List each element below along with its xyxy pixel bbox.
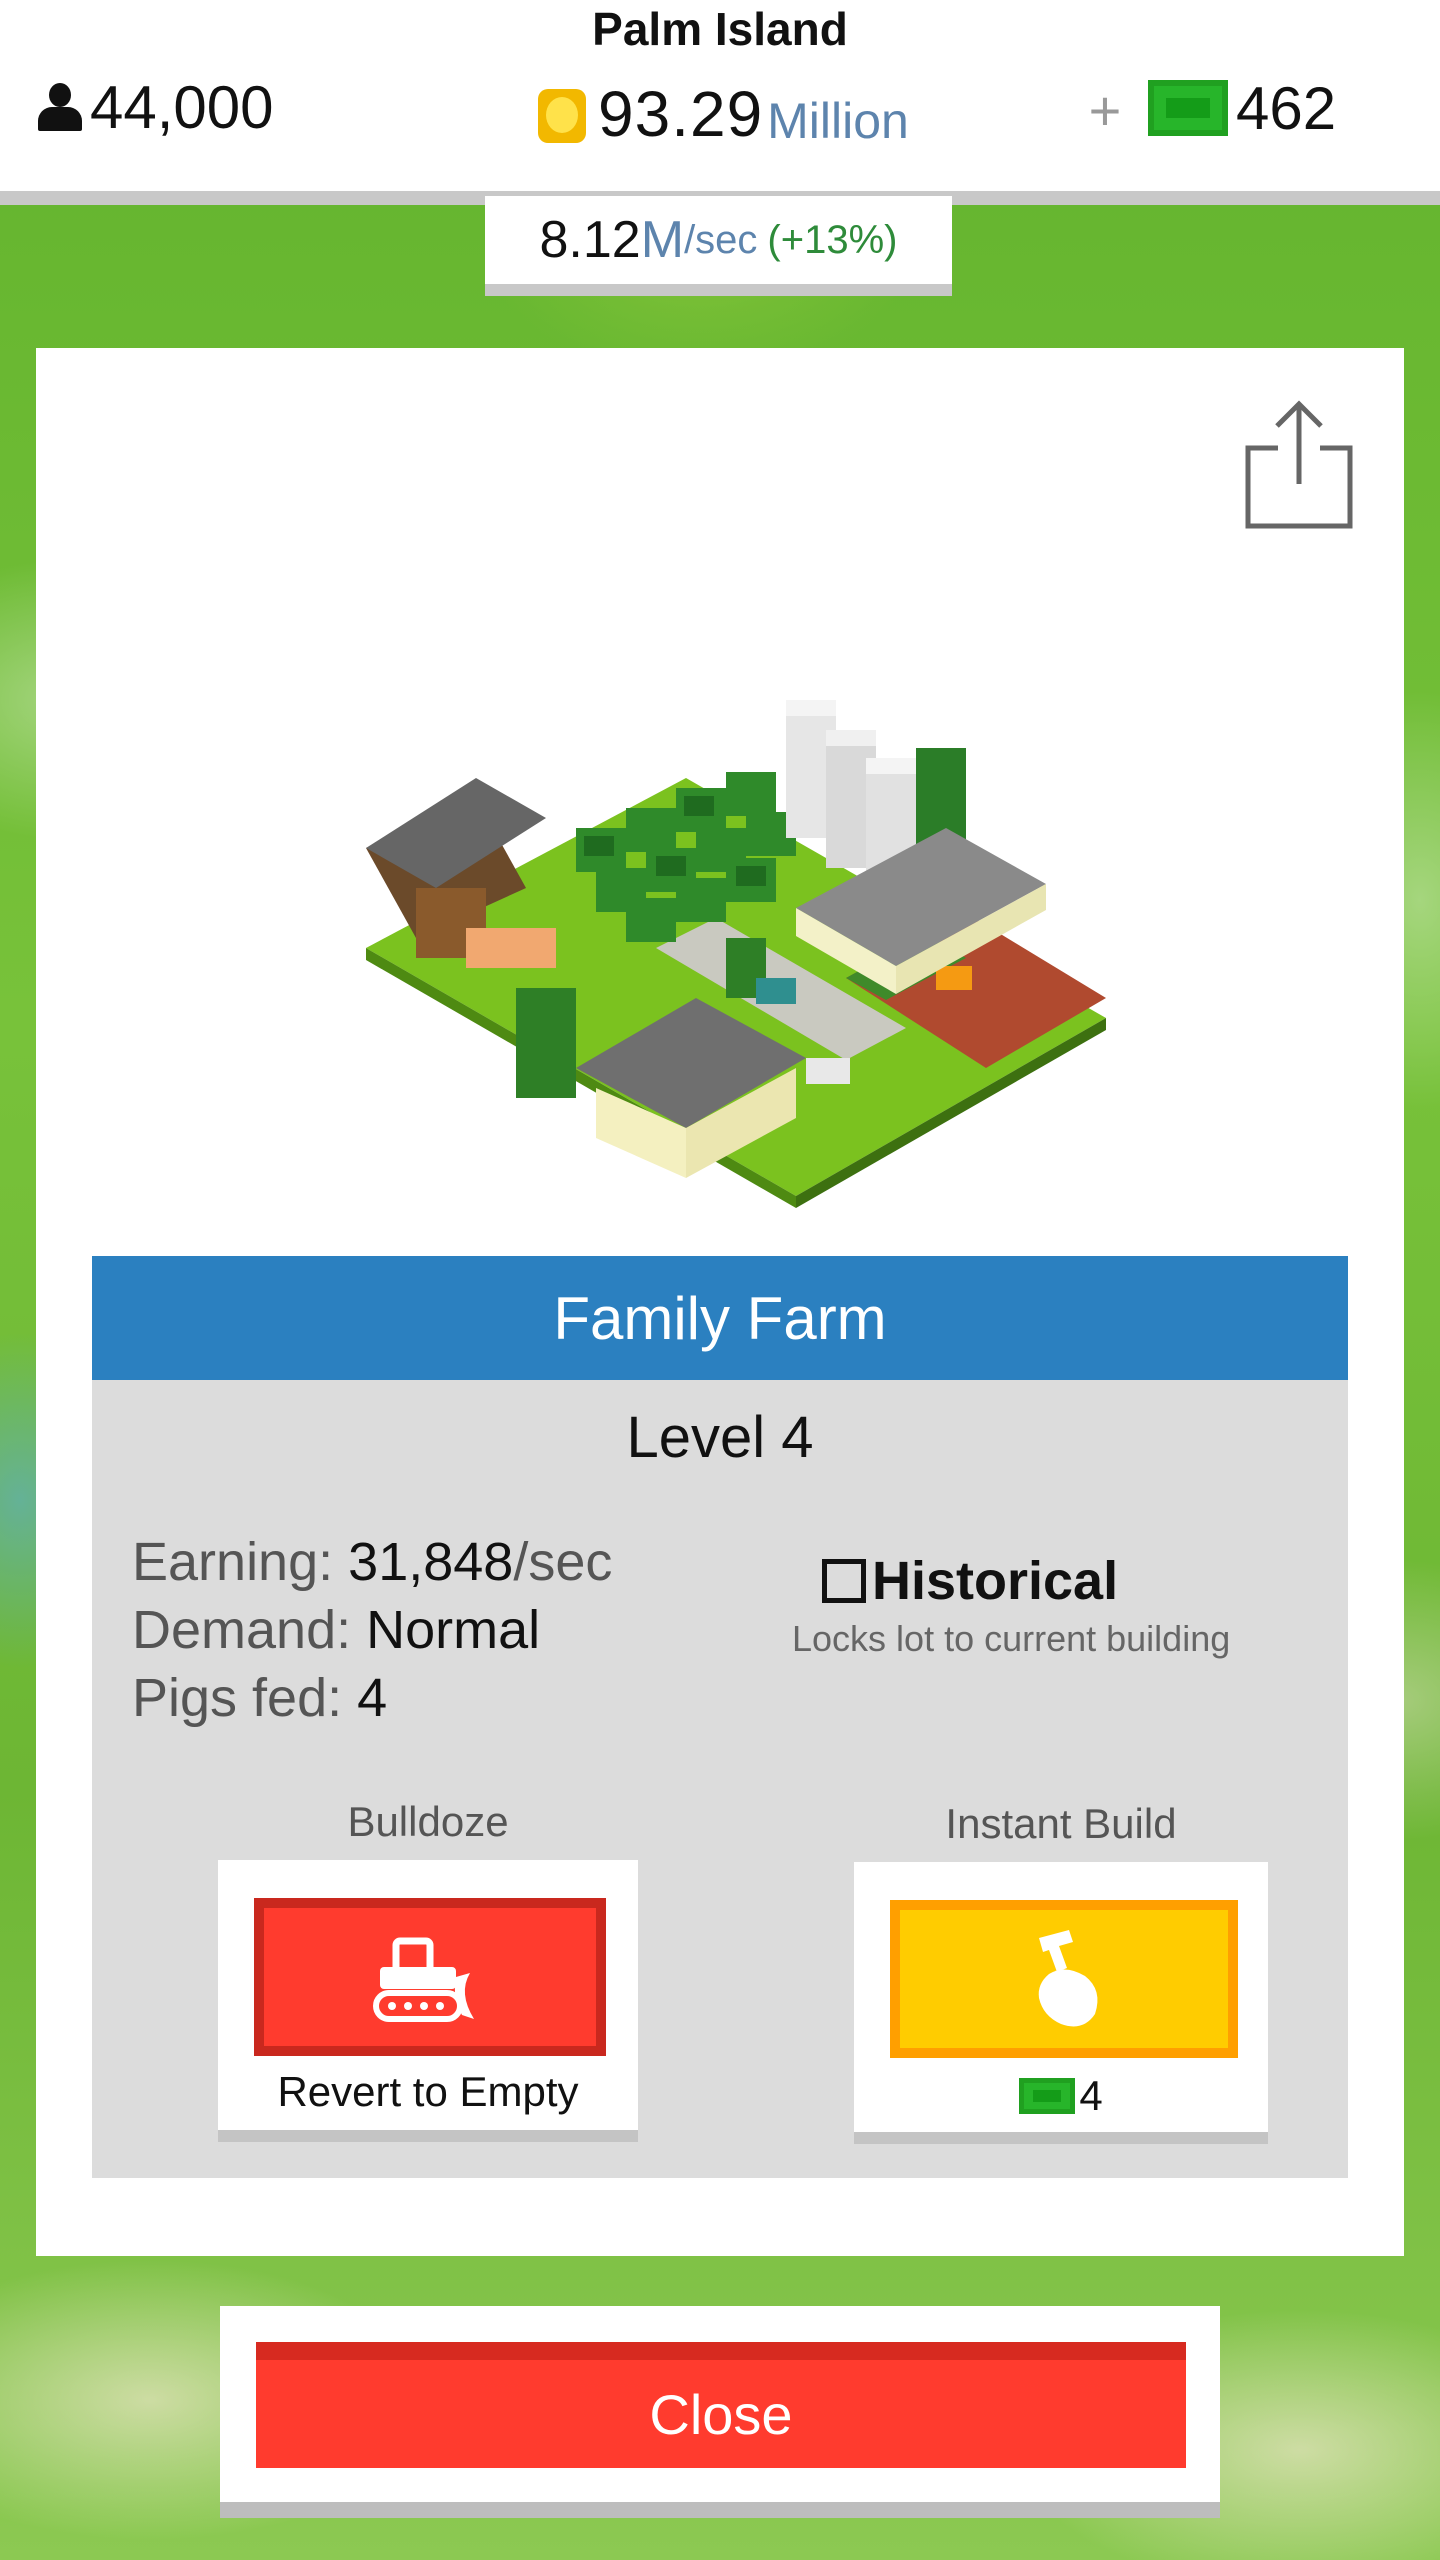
historical-label: Historical (872, 1551, 1119, 1611)
historical-toggle[interactable]: Historical Locks lot to current building (792, 1550, 1292, 1660)
building-name-bar: Family Farm (92, 1256, 1348, 1380)
pigs-fed-label: Pigs fed: (132, 1668, 343, 1728)
demand-label: Demand: (132, 1600, 352, 1660)
rate-bonus: (+13%) (767, 217, 898, 262)
pigs-fed-value: 4 (357, 1668, 388, 1728)
historical-description: Locks lot to current building (792, 1618, 1231, 1659)
building-stats: Earning: 31,848/sec Demand: Normal Pigs … (132, 1528, 612, 1732)
hammer-hand-icon (1038, 1930, 1098, 2027)
bulldozer-icon (373, 1937, 474, 2022)
instant-build-panel: 4 (854, 1862, 1268, 2144)
family-farm-illustration (366, 700, 1106, 1208)
cash-icon (1148, 80, 1228, 136)
buy-cash-button[interactable]: + (1080, 78, 1130, 143)
instant-build-button[interactable] (890, 1900, 1238, 2058)
population-counter: 44,000 (38, 72, 274, 142)
rate-per: /sec (684, 217, 758, 262)
coins-value: 93.29 (598, 78, 764, 150)
island-name: Palm Island (592, 3, 848, 55)
share-icon[interactable] (1244, 398, 1354, 530)
earning-label: Earning: (132, 1532, 334, 1592)
cash-icon (1019, 2078, 1076, 2114)
earning-unit: /sec (513, 1532, 613, 1592)
bulldoze-title: Bulldoze (347, 1798, 509, 1845)
income-rate-tab: 8.12 M /sec (+13%) (485, 196, 952, 296)
population-value: 44,000 (90, 73, 274, 141)
building-info-card: Family Farm Level 4 Earning: 31,848/sec … (36, 348, 1404, 2256)
close-panel: Close (220, 2306, 1220, 2518)
coins-unit: Million (767, 93, 909, 149)
coin-icon (536, 83, 588, 145)
demand-row: Demand: Normal (132, 1596, 612, 1664)
building-level: Level 4 (626, 1405, 814, 1470)
bulldoze-button[interactable] (254, 1898, 606, 2056)
cash-value: 462 (1236, 74, 1337, 142)
instant-build-title: Instant Build (945, 1800, 1177, 1847)
demand-value: Normal (366, 1600, 541, 1660)
rate-unit: M (640, 211, 685, 269)
close-button[interactable]: Close (256, 2342, 1186, 2468)
cash-counter[interactable]: 462 (1148, 72, 1336, 144)
instant-build-cost-value: 4 (1079, 2072, 1103, 2119)
bulldoze-panel: Revert to Empty (218, 1860, 638, 2142)
earning-value: 31,848 (348, 1532, 514, 1592)
instant-build-cost: 4 (854, 2072, 1268, 2120)
rate-value: 8.12 (539, 211, 641, 269)
top-hud: Palm Island 44,000 93.29 Million + 462 (0, 0, 1440, 205)
coins-counter: 93.29 Million (536, 74, 909, 154)
earning-row: Earning: 31,848/sec (132, 1528, 612, 1596)
building-info-panel: Level 4 Earning: 31,848/sec Demand: Norm… (92, 1380, 1348, 2178)
pigs-fed-row: Pigs fed: 4 (132, 1664, 612, 1732)
historical-checkbox[interactable] (822, 1559, 866, 1603)
bulldoze-caption: Revert to Empty (277, 2068, 579, 2115)
person-icon (38, 83, 82, 131)
